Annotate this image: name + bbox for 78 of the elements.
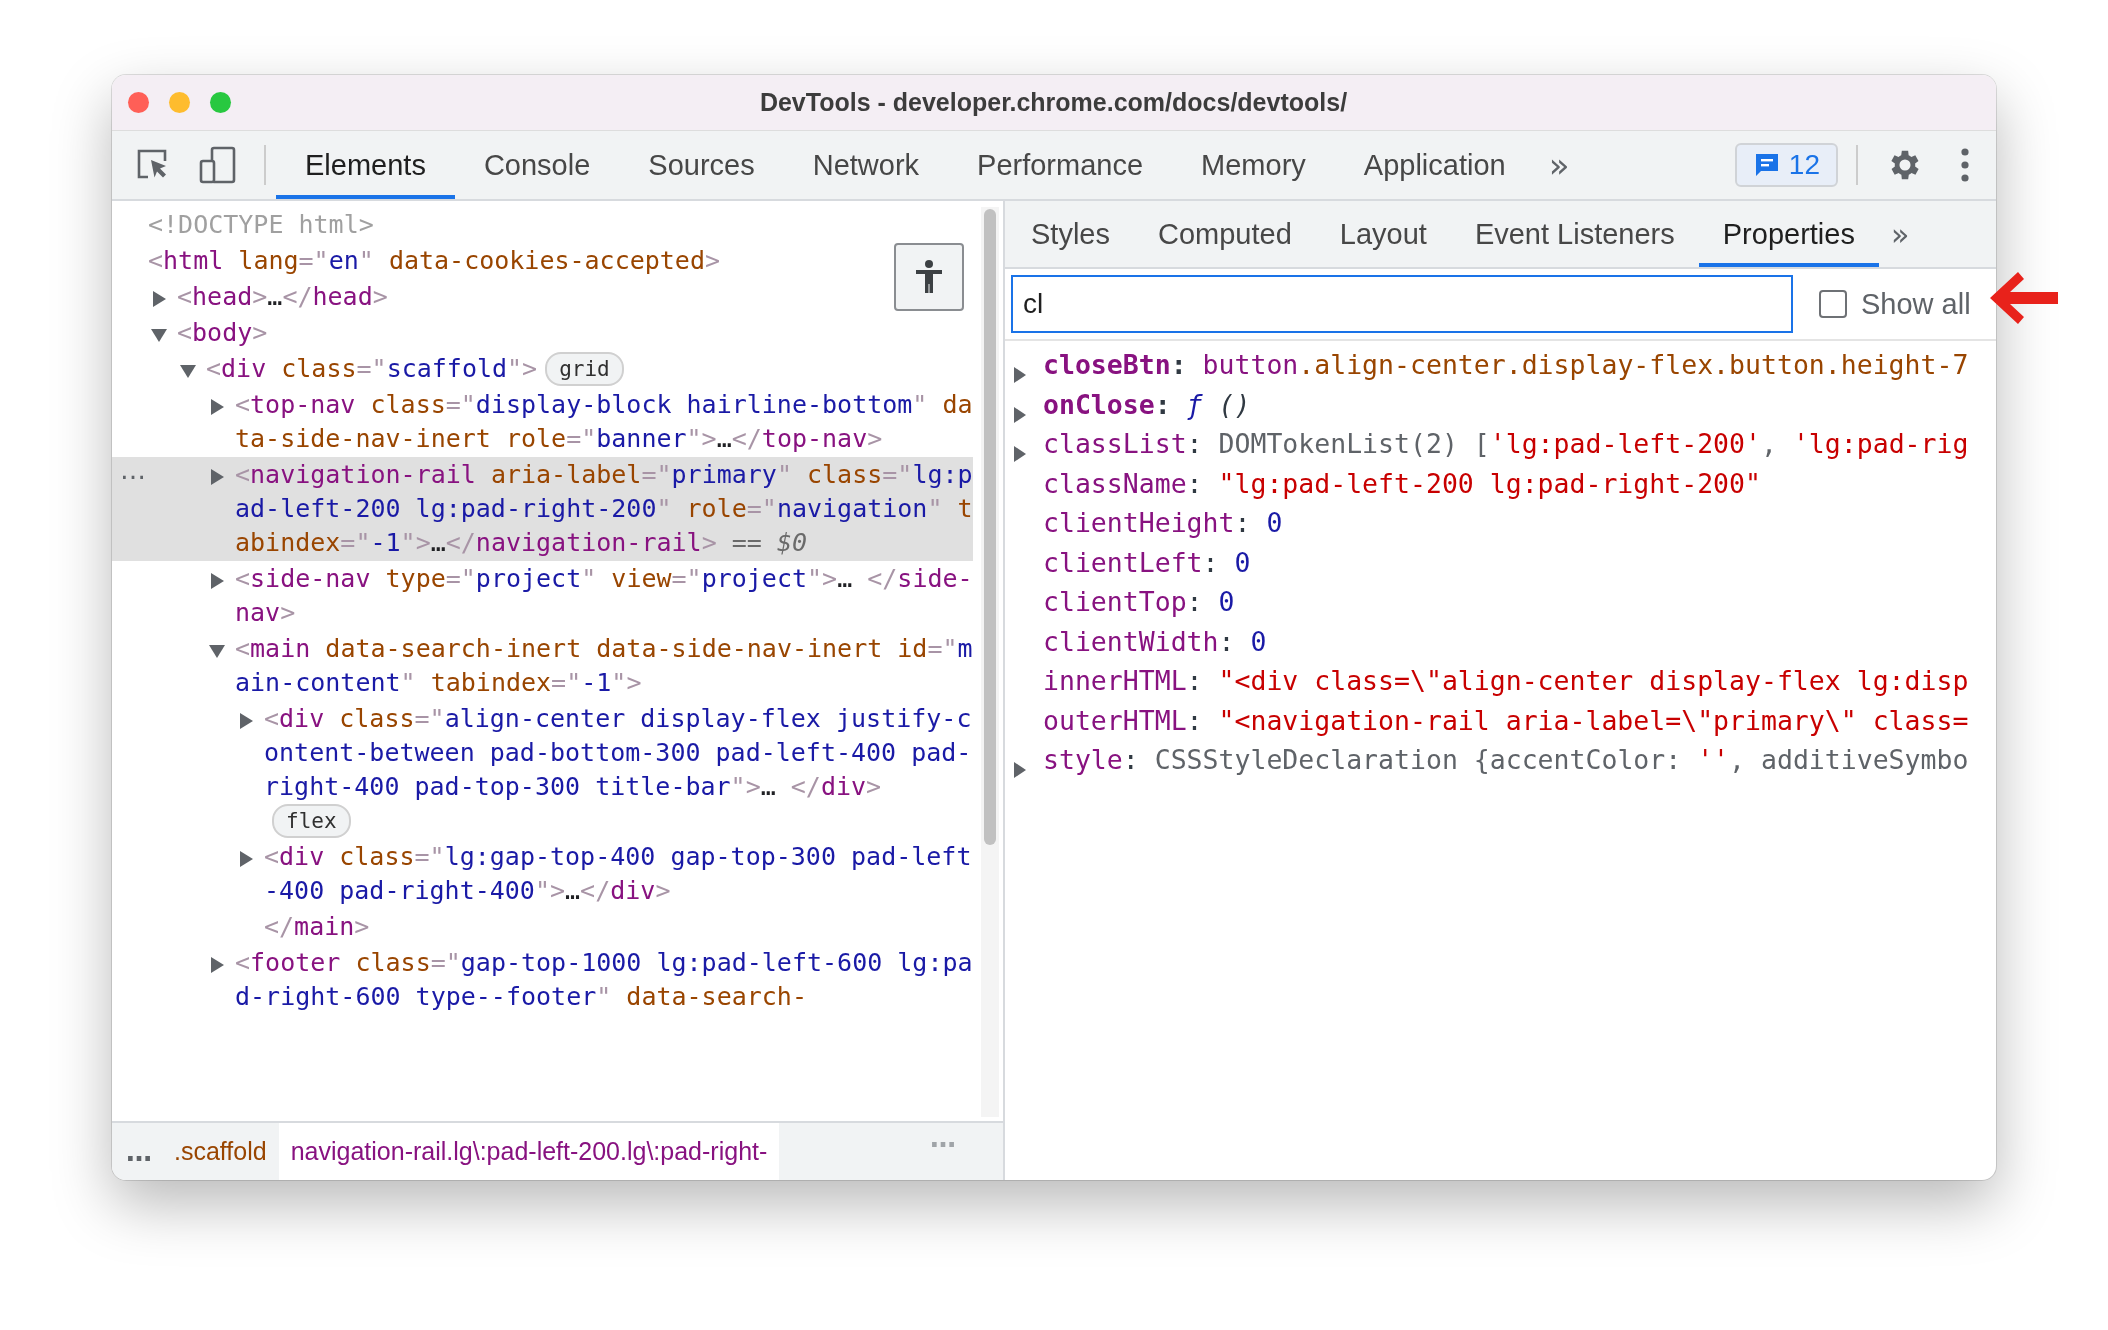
- dom-node-code: <navigation-rail aria-label="primary" class="lg:pad-left-200 lg:pad-right-200" role="navigation" tabindex="-1">…</navigation-rail> == $0: [235, 459, 973, 559]
- panel-tab[interactable]: Network: [783, 131, 949, 199]
- sidebar-tab[interactable]: Layout: [1315, 201, 1451, 267]
- panel-tab[interactable]: Application: [1334, 131, 1535, 199]
- disclosure-triangle-icon[interactable]: [238, 712, 254, 730]
- dom-tree-row[interactable]: <div class="scaffold"> grid: [112, 351, 973, 387]
- property-line: style: CSSStyleDeclaration {accentColor: '', additiveSymbo: [1043, 743, 1969, 777]
- window-title: DevTools - developer.chrome.com/docs/devtools/: [758, 88, 1349, 117]
- show-all-checkbox[interactable]: [1819, 290, 1847, 318]
- issues-count: 12: [1788, 149, 1820, 181]
- accessibility-tree-button[interactable]: [894, 243, 964, 311]
- property-line: innerHTML: "<div class=\"align-center display-flex lg:disp: [1043, 664, 1969, 698]
- panel-tab[interactable]: Memory: [1172, 131, 1335, 199]
- property-line: clientHeight: 0: [1043, 506, 1283, 540]
- expand-triangle-icon[interactable]: [1013, 445, 1027, 463]
- dom-node-code: <head>…</head>: [177, 281, 388, 313]
- panel-tab[interactable]: Elements: [276, 131, 455, 199]
- dom-node-code: <body>: [177, 317, 268, 349]
- close-window-button[interactable]: [128, 92, 149, 113]
- property-line: closeBtn: button.align-center.display-flex.button.height-7: [1043, 348, 1969, 382]
- sidebar-tab[interactable]: Properties: [1698, 201, 1879, 267]
- property-line: classList: DOMTokenList(2) ['lg:pad-left-200', 'lg:pad-rig: [1043, 427, 1969, 461]
- dom-tree-row[interactable]: <side-nav type="project" view="project">… </side-nav>: [112, 561, 973, 631]
- disclosure-triangle-icon[interactable]: [209, 398, 225, 416]
- issues-button[interactable]: 12: [1734, 143, 1838, 187]
- dom-tree-row[interactable]: … <navigation-rail aria-label="primary" class="lg:pad-left-200 lg:pad-right-200" role="navigation" tabindex="-1">…</navigation-rail> == $0: [112, 457, 973, 561]
- panel-tab[interactable]: Sources: [619, 131, 784, 199]
- sidebar-tab[interactable]: Computed: [1134, 201, 1316, 267]
- expand-triangle-icon[interactable]: [1013, 761, 1027, 779]
- dom-node-code: <!DOCTYPE html>: [148, 209, 374, 241]
- property-line: onClose: ƒ (): [1043, 387, 1251, 422]
- panel-tab[interactable]: Console: [454, 131, 620, 199]
- expand-triangle-icon[interactable]: [1013, 366, 1027, 384]
- property-line: clientWidth: 0: [1043, 624, 1267, 659]
- show-all-label: Show all: [1861, 287, 1971, 321]
- dom-node-code: <footer class="gap-top-1000 lg:pad-left-600 lg:pad-right-600 type--footer" data-search-: [235, 947, 973, 1013]
- dom-tree-row[interactable]: <div class="align-center display-flex justify-content-between pad-bottom-300 pad-left-400 pad-right-400 pad-top-300 title-bar">… </div> flex: [112, 701, 973, 839]
- disclosure-triangle-icon[interactable]: [150, 327, 168, 343]
- disclosure-triangle-icon[interactable]: [179, 363, 197, 379]
- scrollbar[interactable]: [981, 207, 999, 1117]
- dom-node-code: <div class="lg:gap-top-400 gap-top-300 pad-left-400 pad-right-400">…</div>: [264, 841, 973, 907]
- disclosure-triangle-icon[interactable]: [151, 290, 167, 308]
- dom-tree-row[interactable]: <footer class="gap-top-1000 lg:pad-left-600 lg:pad-right-600 type--footer" data-search-: [112, 945, 973, 1015]
- sidebar-tab[interactable]: Styles: [1007, 201, 1134, 267]
- breadcrumb-scroll-left[interactable]: …: [112, 1123, 162, 1180]
- disclosure-triangle-icon[interactable]: [208, 643, 226, 659]
- dom-node-code: <main data-search-inert data-side-nav-inert id="main-content" tabindex="-1">: [235, 633, 973, 699]
- layout-badge[interactable]: flex: [272, 804, 351, 838]
- more-tabs-button[interactable]: »: [1878, 201, 1922, 267]
- layout-badge[interactable]: grid: [545, 352, 624, 386]
- breadcrumb[interactable]: .scaffold: [162, 1123, 279, 1180]
- property-line: outerHTML: "<navigation-rail aria-label=\"primary\" class=: [1043, 703, 1969, 738]
- disclosure-triangle-icon[interactable]: [209, 956, 225, 974]
- disclosure-triangle-icon[interactable]: [209, 468, 225, 486]
- breadcrumb[interactable]: navigation-rail.lg\:pad-left-200.lg\:pad-right-: [278, 1123, 780, 1180]
- more-options-icon[interactable]: [1960, 147, 1970, 183]
- device-toolbar-icon[interactable]: [198, 146, 238, 184]
- person-icon: [914, 259, 944, 295]
- property-line: clientLeft: 0: [1043, 545, 1251, 580]
- dom-tree-row[interactable]: <body>: [112, 315, 973, 351]
- dom-node-code: <div class="scaffold">: [206, 353, 538, 385]
- expand-triangle-icon[interactable]: [1013, 405, 1027, 424]
- dom-tree-row[interactable]: <head>…</head>: [112, 279, 973, 315]
- dom-tree-row[interactable]: <div class="lg:gap-top-400 gap-top-300 pad-left-400 pad-right-400">…</div>: [112, 839, 973, 909]
- dom-node-code: <top-nav class="display-block hairline-bottom" data-side-nav-inert role="banner">…</top-nav>: [235, 389, 973, 455]
- property-line: clientTop: 0: [1043, 585, 1235, 619]
- dom-node-code: </main>: [264, 911, 370, 943]
- dom-tree-row[interactable]: <main data-search-inert data-side-nav-inert id="main-content" tabindex="-1">: [112, 631, 973, 701]
- filter-input[interactable]: cl: [1011, 275, 1793, 333]
- sidebar-tab[interactable]: Event Listeners: [1450, 201, 1699, 267]
- panel-tab[interactable]: Performance: [948, 131, 1173, 199]
- disclosure-triangle-icon[interactable]: [238, 850, 254, 868]
- disclosure-triangle-icon[interactable]: [209, 572, 225, 590]
- dom-node-code: <side-nav type="project" view="project">… </side-nav>: [235, 563, 973, 629]
- dom-node-code: <html lang="en" data-cookies-accepted>: [148, 245, 721, 277]
- more-tabs-button[interactable]: »: [1534, 131, 1584, 199]
- property-line: className: "lg:pad-left-200 lg:pad-right-200": [1043, 466, 1761, 501]
- dom-node-code: <div class="align-center display-flex justify-content-between pad-bottom-300 pad-left-400 pad-right-400 pad-top-300 title-bar">… </div>: [264, 703, 973, 803]
